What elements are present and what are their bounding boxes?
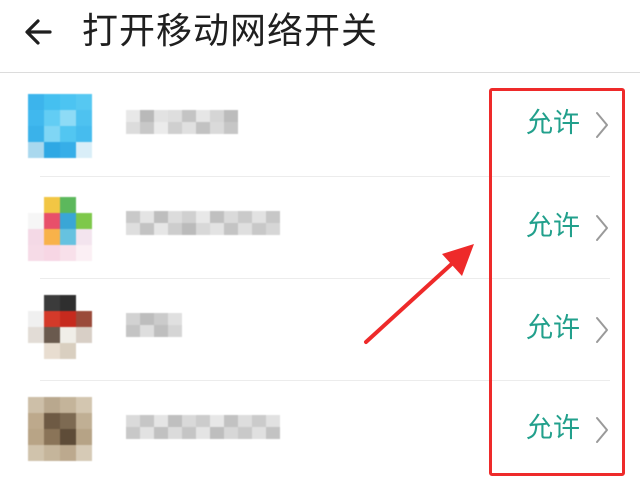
app-name-blurred xyxy=(126,411,280,447)
page-title: 打开移动网络开关 xyxy=(82,11,379,52)
app-icon-blurred xyxy=(28,197,92,261)
app-name-blurred xyxy=(126,106,246,142)
arrow-left-icon[interactable] xyxy=(18,10,62,54)
app-icon-blurred xyxy=(28,295,92,359)
app-icon-blurred xyxy=(28,94,92,158)
app-icon-blurred xyxy=(28,397,92,461)
app-name-blurred xyxy=(126,207,280,243)
app-name-blurred xyxy=(126,309,182,345)
red-arrow-icon xyxy=(364,244,474,344)
red-highlight-box xyxy=(489,88,625,476)
top-bar: 打开移动网络开关 xyxy=(0,0,640,72)
header-divider xyxy=(0,72,640,73)
